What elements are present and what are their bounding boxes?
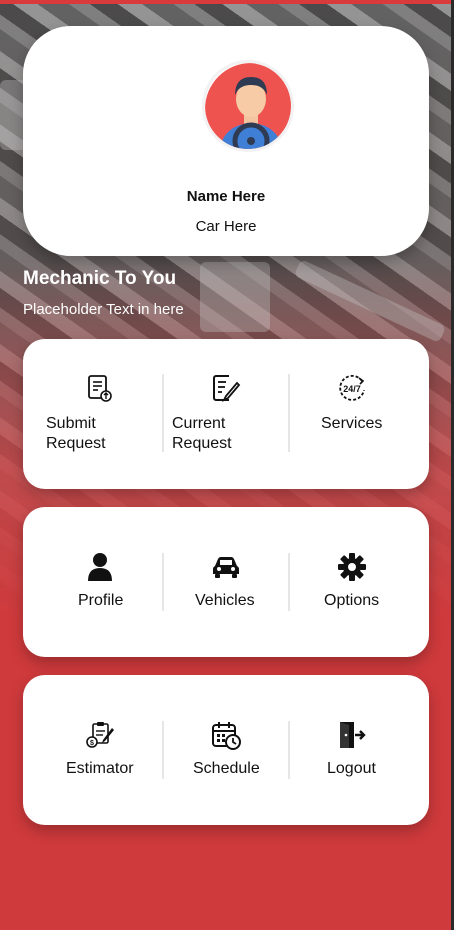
driver-avatar-icon <box>205 63 291 149</box>
svg-text:24/7: 24/7 <box>343 384 361 394</box>
document-submit-icon <box>88 375 112 402</box>
app-title: Mechanic To You <box>23 268 177 289</box>
profile-button[interactable]: Profile <box>37 507 163 657</box>
calendar-clock-icon <box>212 722 241 750</box>
estimator-icon: $ <box>86 722 114 748</box>
profile-label: Profile <box>78 592 124 609</box>
vehicles-label: Vehicles <box>195 592 255 609</box>
schedule-button[interactable]: Schedule <box>163 675 289 825</box>
menu-card-tools: $ Estimator Schedule Logout <box>23 675 429 825</box>
logout-label: Logout <box>327 760 376 777</box>
car-icon <box>213 557 239 578</box>
edit-document-icon <box>213 375 241 403</box>
schedule-label: Schedule <box>193 760 260 777</box>
profile-card[interactable]: Name Here Car Here <box>23 26 429 256</box>
top-accent-line <box>0 0 454 4</box>
estimator-button[interactable]: $ Estimator <box>37 675 163 825</box>
user-icon <box>88 553 112 581</box>
background-tool <box>200 262 270 332</box>
logout-icon <box>340 722 366 748</box>
current-request-button[interactable]: Current Request <box>163 339 289 489</box>
profile-car: Car Here <box>195 218 257 235</box>
services-button[interactable]: 24/7 Services <box>289 339 415 489</box>
logout-button[interactable]: Logout <box>289 675 415 825</box>
vehicles-button[interactable]: Vehicles <box>163 507 289 657</box>
avatar[interactable] <box>202 60 294 152</box>
menu-card-requests: Submit Request Current Request 24/7 Serv… <box>23 339 429 489</box>
current-request-label-line2: Request <box>172 435 232 452</box>
submit-request-label-line2: Request <box>46 435 106 452</box>
app-subtitle: Placeholder Text in here <box>23 301 184 318</box>
24-7-icon: 24/7 <box>339 375 365 401</box>
options-label: Options <box>324 592 380 609</box>
submit-request-label-line1: Submit <box>46 415 96 432</box>
svg-text:$: $ <box>90 740 94 747</box>
submit-request-button[interactable]: Submit Request <box>37 339 163 489</box>
services-label: Services <box>321 415 383 432</box>
menu-card-account: Profile Vehicles Options <box>23 507 429 657</box>
current-request-label-line1: Current <box>172 415 226 432</box>
estimator-label: Estimator <box>66 760 134 777</box>
gear-icon <box>338 553 366 581</box>
profile-name: Name Here <box>186 188 266 205</box>
options-button[interactable]: Options <box>289 507 415 657</box>
